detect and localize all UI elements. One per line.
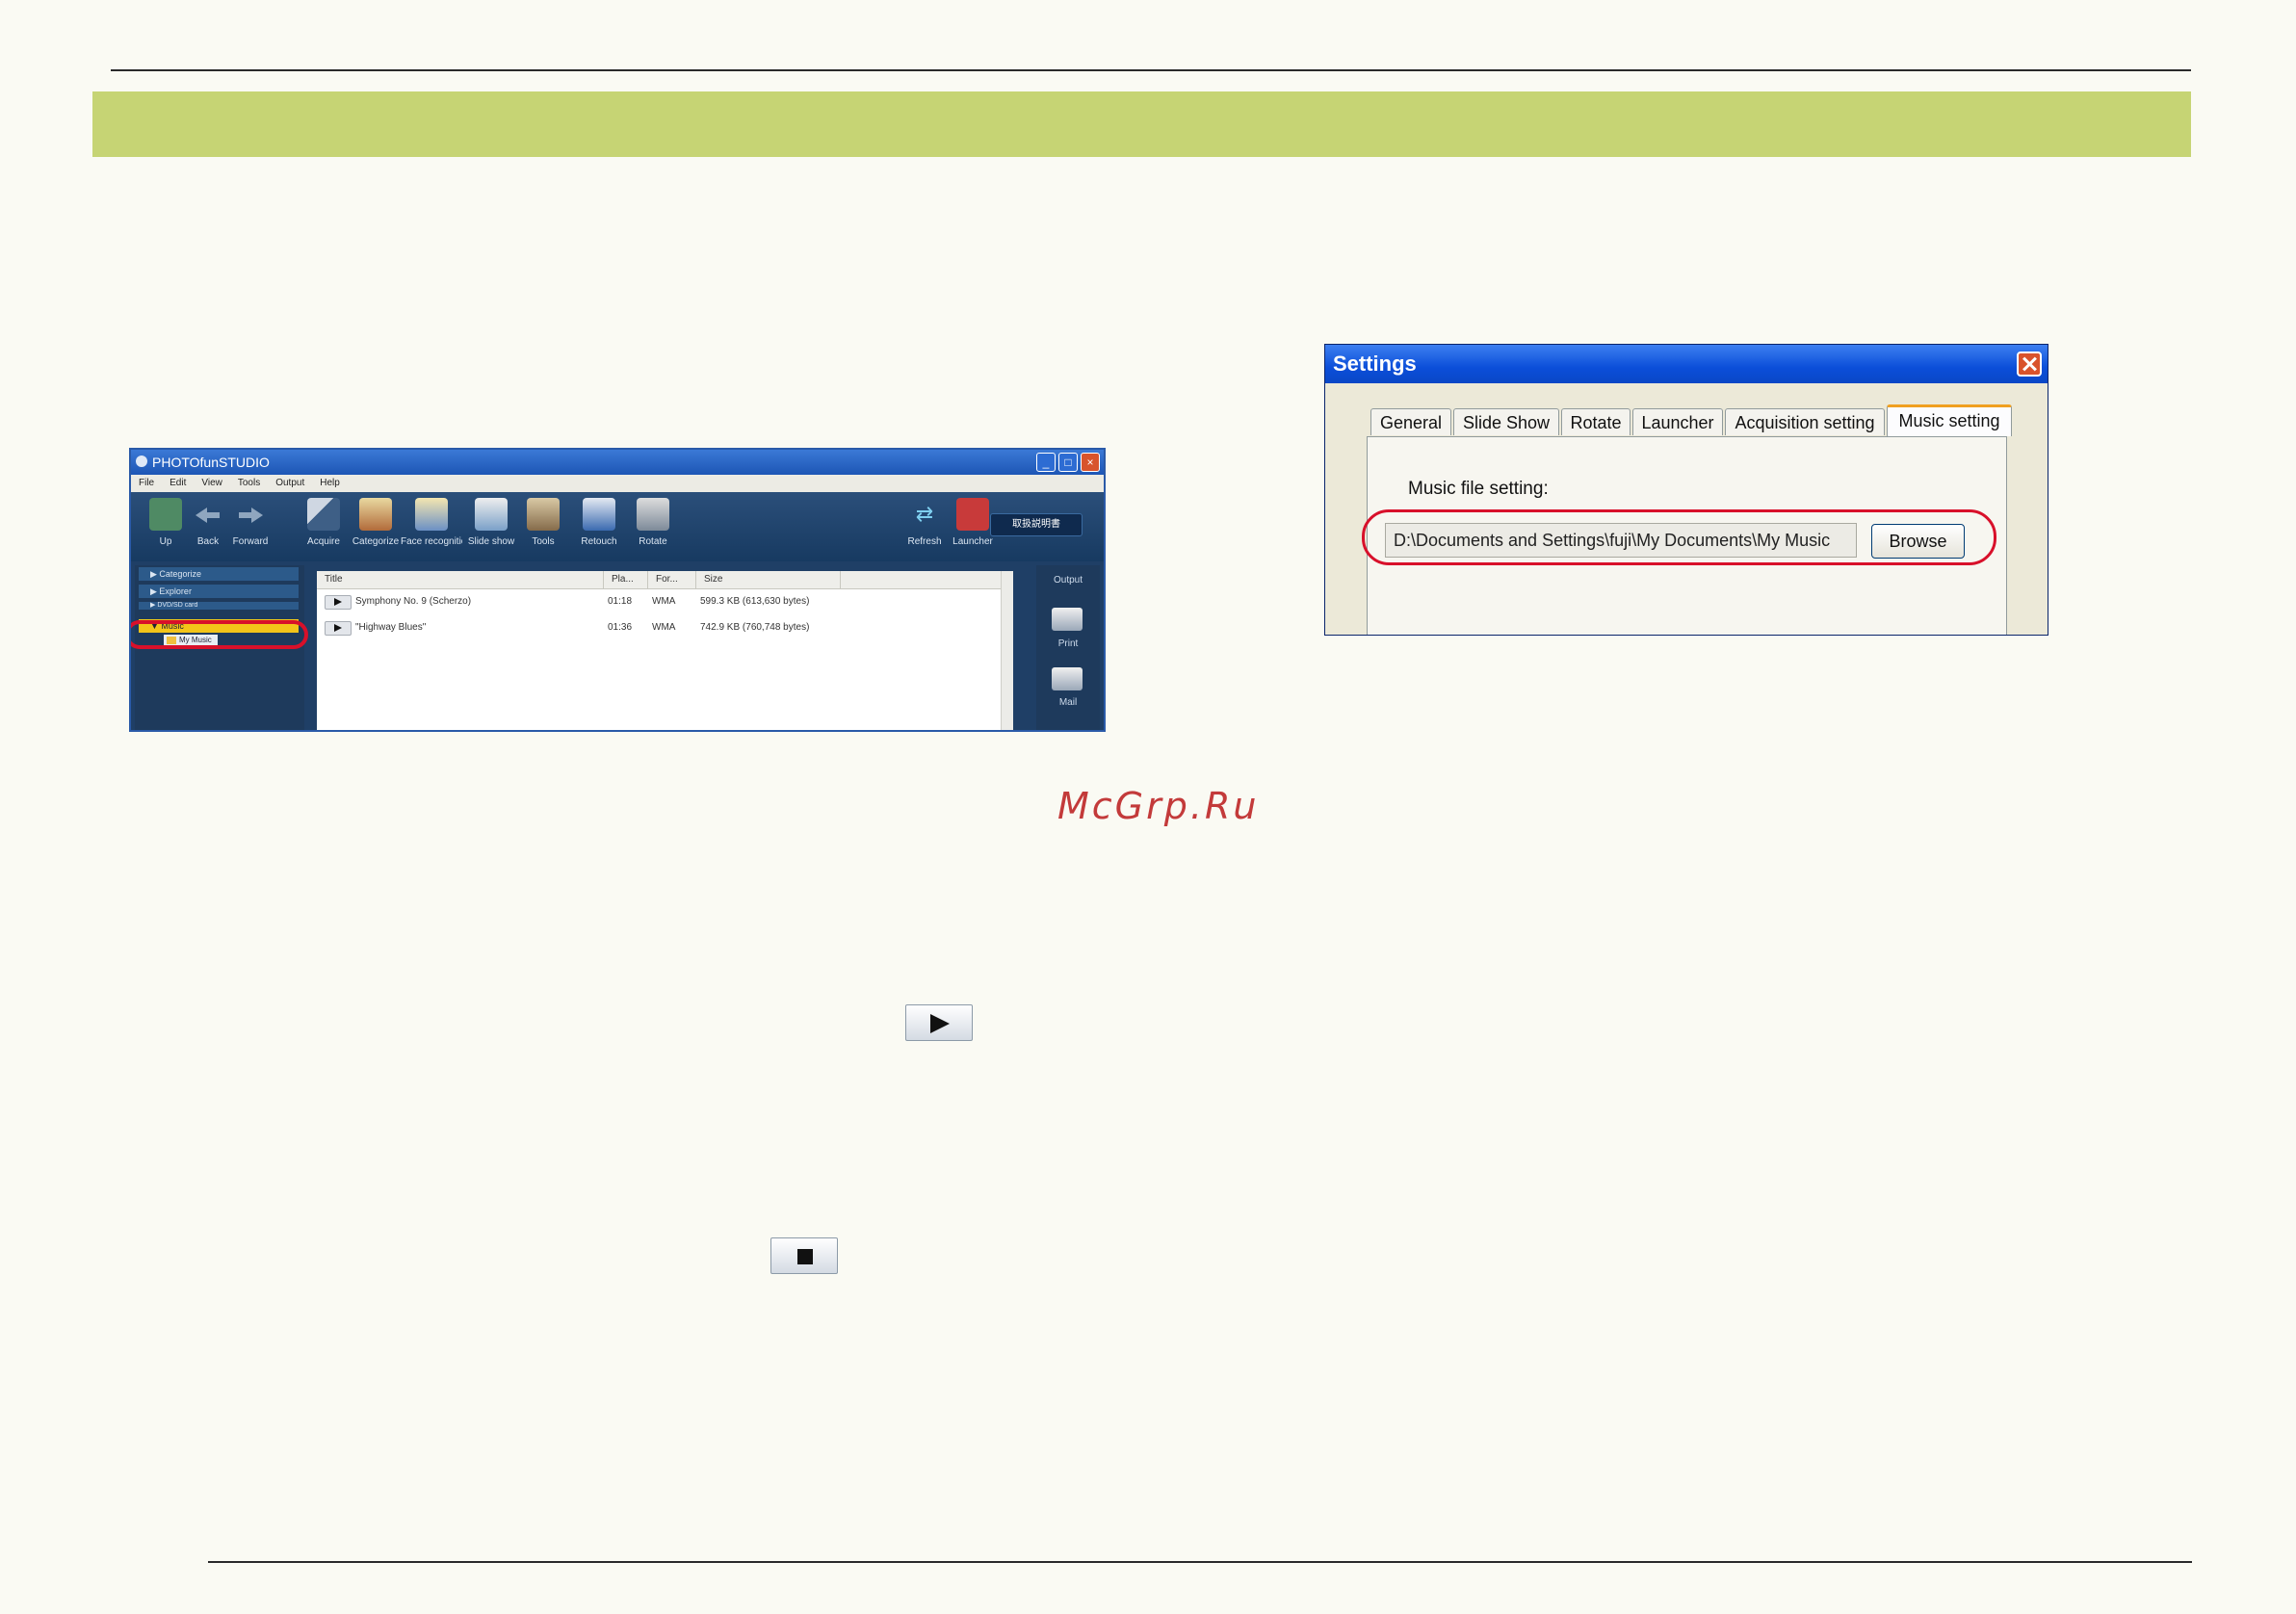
section-banner	[92, 91, 2191, 157]
minimize-icon[interactable]: _	[1036, 453, 1056, 472]
tab-launcher[interactable]: Launcher	[1632, 408, 1723, 435]
print-label: Print	[1057, 638, 1079, 649]
tab-music-setting[interactable]: Music setting	[1887, 404, 2012, 436]
photofunstudio-window: PHOTOfunSTUDIO _ □ × File Edit View Tool…	[129, 448, 1106, 732]
app-logo-icon	[136, 456, 147, 467]
back-arrow-icon	[192, 498, 224, 531]
nav-dvd-sd-card[interactable]: ▶ DVD/SD card	[139, 602, 299, 610]
mail-icon[interactable]	[1052, 667, 1083, 690]
app-title: PHOTOfunSTUDIO	[152, 455, 270, 470]
toolbar: Up Back Forward Acquire Categorize Face …	[131, 492, 1104, 561]
toolbar-refresh-button[interactable]: ⇄ Refresh	[898, 496, 952, 547]
watermark-logo: McGrp.Ru	[1057, 785, 1260, 827]
toolbar-tools-button[interactable]: Tools	[516, 496, 570, 547]
forward-arrow-icon	[234, 498, 267, 531]
dialog-title: Settings	[1325, 345, 2048, 383]
top-rule	[111, 69, 2191, 71]
acquire-icon	[307, 498, 340, 531]
stop-button	[770, 1237, 838, 1274]
toolbar-retouch-button[interactable]: Retouch	[572, 496, 626, 547]
mail-label: Mail	[1058, 697, 1078, 708]
refresh-icon: ⇄	[915, 502, 934, 526]
column-title[interactable]: Title	[317, 571, 604, 588]
path-highlight-oval	[1362, 509, 1996, 565]
music-list: Title Pla... For... Size Symphony No. 9 …	[317, 571, 1013, 730]
up-icon	[149, 498, 182, 531]
nav-explorer[interactable]: ▶ Explorer	[139, 585, 299, 598]
menu-file[interactable]: File	[139, 475, 154, 492]
menu-help[interactable]: Help	[320, 475, 340, 492]
menu-output[interactable]: Output	[275, 475, 304, 492]
manual-button[interactable]: 取扱説明書	[990, 513, 1083, 536]
retouch-icon	[583, 498, 615, 531]
bottom-rule	[208, 1561, 2192, 1563]
column-size[interactable]: Size	[696, 571, 841, 588]
nav-categorize[interactable]: ▶ Categorize	[139, 567, 299, 581]
rotate-icon	[637, 498, 669, 531]
table-row[interactable]: "Highway Blues" 01:36 WMA 742.9 KB (760,…	[317, 618, 1013, 638]
face-recognition-icon	[415, 498, 448, 531]
toolbar-rotate-button[interactable]: Rotate	[626, 496, 680, 547]
toolbar-acquire-button[interactable]: Acquire	[297, 496, 351, 547]
music-highlight-oval	[131, 620, 308, 649]
toolbar-categorize-button[interactable]: Categorize	[349, 496, 403, 547]
toolbar-slide-show-button[interactable]: Slide show	[464, 496, 518, 547]
printer-icon[interactable]	[1052, 608, 1083, 631]
toolbar-face-recognition-button[interactable]: Face recognition	[401, 496, 462, 547]
list-scrollbar[interactable]	[1001, 571, 1013, 730]
close-icon[interactable]: ×	[1081, 453, 1100, 472]
tab-slide-show[interactable]: Slide Show	[1453, 408, 1559, 435]
categorize-icon	[359, 498, 392, 531]
menu-view[interactable]: View	[201, 475, 222, 492]
column-play-time[interactable]: Pla...	[604, 571, 648, 588]
launcher-icon	[956, 498, 989, 531]
menu-edit[interactable]: Edit	[170, 475, 186, 492]
play-button	[905, 1004, 973, 1041]
tab-rotate[interactable]: Rotate	[1561, 408, 1631, 435]
output-header: Output	[1053, 575, 1083, 586]
tab-acquisition-setting[interactable]: Acquisition setting	[1725, 408, 1885, 435]
toolbar-forward-button[interactable]: Forward	[223, 496, 277, 547]
slide-show-icon	[475, 498, 508, 531]
tab-general[interactable]: General	[1370, 408, 1451, 435]
tools-icon	[527, 498, 560, 531]
menu-bar: File Edit View Tools Output Help	[131, 475, 1104, 492]
table-row[interactable]: Symphony No. 9 (Scherzo) 01:18 WMA 599.3…	[317, 592, 1013, 612]
output-panel: Output Print Mail	[1036, 565, 1100, 730]
app-titlebar: PHOTOfunSTUDIO _ □ ×	[131, 450, 1104, 475]
column-format[interactable]: For...	[648, 571, 696, 588]
menu-tools[interactable]: Tools	[238, 475, 260, 492]
close-icon[interactable]	[2017, 351, 2042, 377]
play-icon[interactable]	[325, 621, 352, 636]
play-icon[interactable]	[325, 595, 352, 610]
list-header: Title Pla... For... Size	[317, 571, 1013, 589]
music-file-setting-label: Music file setting:	[1408, 479, 1549, 499]
maximize-icon[interactable]: □	[1058, 453, 1078, 472]
